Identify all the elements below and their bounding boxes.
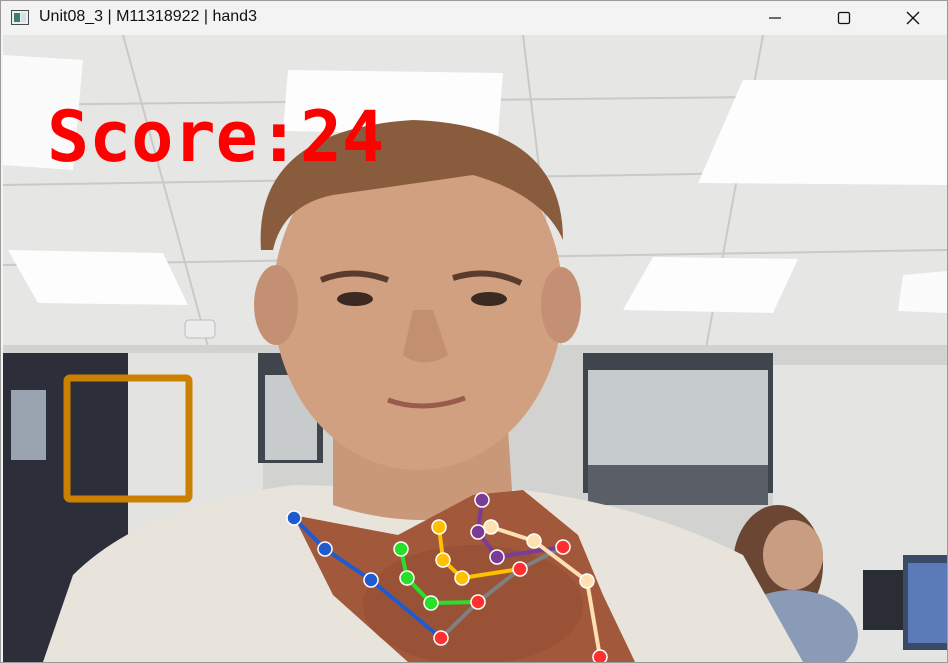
hand-landmark-point (393, 541, 409, 557)
minimize-button[interactable] (752, 1, 798, 35)
hand-landmark-point (454, 570, 470, 586)
hand-landmark-point (286, 510, 302, 526)
hand-landmark-point (555, 539, 571, 555)
hand-landmark-point (433, 630, 449, 646)
hand-landmark-point (399, 570, 415, 586)
hand-landmark-point (470, 594, 486, 610)
hand-landmark-point (592, 649, 608, 662)
hand-landmark-point (431, 519, 447, 535)
window-title: Unit08_3 | M11318922 | hand3 (39, 8, 257, 25)
minimize-icon (769, 17, 781, 19)
hand-landmark-point (470, 524, 486, 540)
hand-landmark-point (512, 561, 528, 577)
maximize-button[interactable] (821, 1, 867, 35)
hand-landmark-point (483, 519, 499, 535)
hand-landmark-point (435, 552, 451, 568)
score-text: Score:24 (47, 96, 384, 178)
hand-landmark-point (474, 492, 490, 508)
app-window: Unit08_3 | M11318922 | hand3 Score:24 (0, 0, 948, 663)
opencv-window-icon (11, 10, 29, 25)
hand-landmark-point (526, 533, 542, 549)
hand-landmark-point (423, 595, 439, 611)
title-bar[interactable]: Unit08_3 | M11318922 | hand3 (1, 1, 947, 35)
close-icon (906, 11, 920, 25)
hand-landmark-point (317, 541, 333, 557)
hand-landmark-point (489, 549, 505, 565)
hand-landmark-point (579, 573, 595, 589)
maximize-icon (837, 11, 851, 25)
camera-scene: Score:24 (3, 35, 947, 662)
webcam-frame: Score:24 (3, 35, 947, 662)
hand-landmark-point (363, 572, 379, 588)
close-button[interactable] (890, 1, 936, 35)
